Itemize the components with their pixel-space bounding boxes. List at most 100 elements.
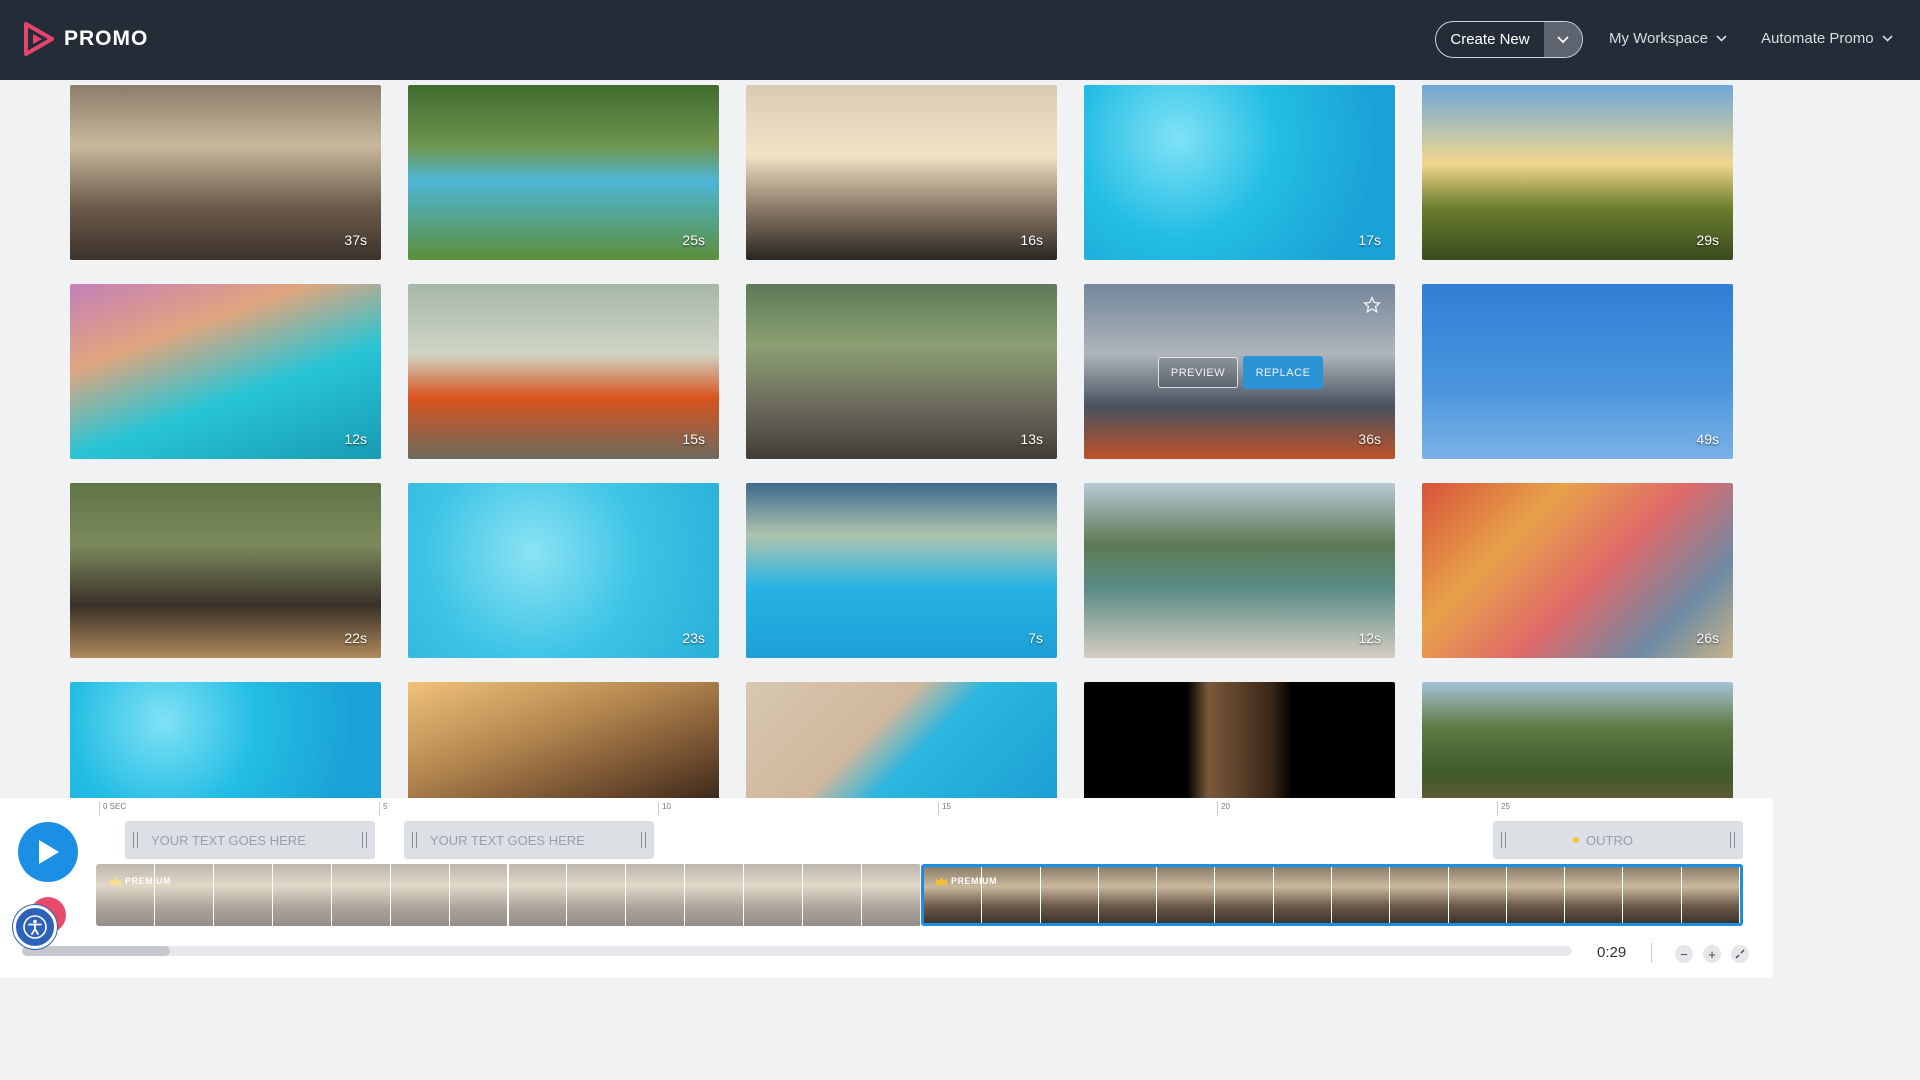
outro-clip[interactable]: OUTRO (1493, 821, 1743, 859)
video-thumbnail[interactable] (408, 682, 719, 812)
accessibility-button[interactable] (13, 905, 57, 949)
video-thumbnail[interactable] (746, 682, 1057, 812)
chevron-down-icon (1881, 35, 1893, 42)
play-button[interactable] (18, 822, 78, 882)
duration-label: 36s (1358, 431, 1381, 447)
trim-handle-left[interactable] (412, 832, 417, 848)
star-icon[interactable] (1363, 296, 1381, 314)
video-thumbnail[interactable]: 23s (408, 483, 719, 658)
replace-button[interactable]: REPLACE (1243, 356, 1323, 389)
fit-button[interactable] (1731, 945, 1749, 963)
video-thumbnail[interactable]: 37s (70, 85, 381, 260)
filmstrip-frame (567, 864, 626, 926)
crown-icon (110, 877, 121, 885)
outro-label: OUTRO (1586, 832, 1633, 848)
nav-my-workspace[interactable]: My Workspace (1609, 30, 1727, 47)
video-thumbnail[interactable]: 12s (70, 284, 381, 459)
ruler-tick: 0 SEC (99, 802, 126, 816)
trim-handle-right[interactable] (1730, 832, 1735, 848)
top-bar: PROMO Create New My Workspace Automate P… (0, 0, 1920, 80)
crown-icon (936, 877, 947, 885)
duration-label: 12s (1358, 630, 1381, 646)
duration-label: 26s (1696, 630, 1719, 646)
premium-badge: PREMIUM (936, 876, 997, 886)
text-clip[interactable]: YOUR TEXT GOES HERE (125, 821, 375, 859)
video-thumbnail[interactable]: 12s (1084, 483, 1395, 658)
plus-icon: + (1708, 946, 1716, 962)
video-thumbnail[interactable]: 17s (1084, 85, 1395, 260)
video-clip[interactable]: PREMIUM (96, 864, 921, 926)
text-clip-label: YOUR TEXT GOES HERE (151, 832, 306, 848)
duration-label: 25s (682, 232, 705, 248)
create-new-label: Create New (1450, 31, 1530, 48)
filmstrip-frame (449, 864, 508, 926)
chevron-down-icon[interactable] (1544, 22, 1582, 57)
duration-label: 12s (344, 431, 367, 447)
video-thumbnail[interactable] (1422, 682, 1733, 812)
duration-label: 7s (1028, 630, 1043, 646)
duration-label: 22s (344, 630, 367, 646)
scrollbar-thumb[interactable] (22, 946, 170, 956)
minus-icon: − (1680, 946, 1688, 962)
video-thumbnail[interactable]: 22s (70, 483, 381, 658)
video-thumbnail[interactable]: 29s (1422, 85, 1733, 260)
nav-my-workspace-label: My Workspace (1609, 30, 1708, 47)
filmstrip-frame (626, 864, 685, 926)
video-thumbnail[interactable]: 15s (408, 284, 719, 459)
premium-label: PREMIUM (951, 876, 997, 886)
video-thumbnail[interactable]: 36s PREVIEW REPLACE (1084, 284, 1395, 459)
logo[interactable]: PROMO (24, 22, 148, 56)
filmstrip-frame (508, 864, 567, 926)
filmstrip-frame (744, 864, 803, 926)
filmstrip-frame (1273, 867, 1331, 923)
brand-name: PROMO (64, 27, 149, 50)
video-thumbnail[interactable]: 16s (746, 85, 1057, 260)
nav-automate-promo[interactable]: Automate Promo (1761, 30, 1893, 47)
video-thumbnail[interactable] (1084, 682, 1395, 812)
video-thumbnail[interactable]: 7s (746, 483, 1057, 658)
duration-readout: 0:29 (1597, 944, 1627, 961)
filmstrip-frame (1448, 867, 1506, 923)
video-thumbnail[interactable] (70, 682, 381, 812)
ruler-tick: 10 (658, 802, 671, 816)
trim-handle-right[interactable] (641, 832, 646, 848)
zoom-out-button[interactable]: − (1675, 945, 1693, 963)
timeline-panel: 0 SEC 5 10 15 20 25 YOUR TEXT GOES HERE … (0, 798, 1773, 978)
filmstrip-frame (1157, 867, 1215, 923)
timeline-scrollbar[interactable] (22, 946, 1572, 956)
filmstrip-frame (1098, 867, 1157, 923)
filmstrip-frame (1681, 867, 1739, 923)
duration-label: 23s (682, 630, 705, 646)
duration-label: 15s (682, 431, 705, 447)
filmstrip-frame (154, 864, 213, 926)
duration-label: 17s (1358, 232, 1381, 248)
ruler-tick: 15 (938, 802, 951, 816)
trim-handle-left[interactable] (1501, 832, 1506, 848)
trim-handle-left[interactable] (133, 832, 138, 848)
video-thumbnail[interactable]: 25s (408, 85, 719, 260)
filmstrip-frame (1623, 867, 1681, 923)
trim-handle-right[interactable] (362, 832, 367, 848)
video-clip-selected[interactable]: PREMIUM (921, 864, 1743, 926)
zoom-in-button[interactable]: + (1703, 945, 1721, 963)
ruler-tick: 5 (379, 802, 387, 816)
video-thumbnail[interactable]: 26s (1422, 483, 1733, 658)
filmstrip-frame (1390, 867, 1448, 923)
premium-label: PREMIUM (125, 876, 171, 886)
filmstrip-frame (96, 864, 154, 926)
video-thumbnail[interactable]: 13s (746, 284, 1057, 459)
preview-button[interactable]: PREVIEW (1158, 357, 1238, 388)
duration-label: 16s (1020, 232, 1043, 248)
text-clip[interactable]: YOUR TEXT GOES HERE (404, 821, 654, 859)
ruler-tick: 25 (1497, 802, 1510, 816)
filmstrip-frame (1215, 867, 1273, 923)
outro-indicator (1573, 837, 1579, 843)
text-clip-label: YOUR TEXT GOES HERE (430, 832, 585, 848)
video-thumbnail[interactable]: 49s (1422, 284, 1733, 459)
create-new-button[interactable]: Create New (1435, 21, 1583, 58)
filmstrip-frame (862, 864, 920, 926)
accessibility-icon (23, 915, 47, 939)
ruler-tick: 20 (1217, 802, 1230, 816)
filmstrip-frame (1565, 867, 1623, 923)
duration-label: 29s (1696, 232, 1719, 248)
